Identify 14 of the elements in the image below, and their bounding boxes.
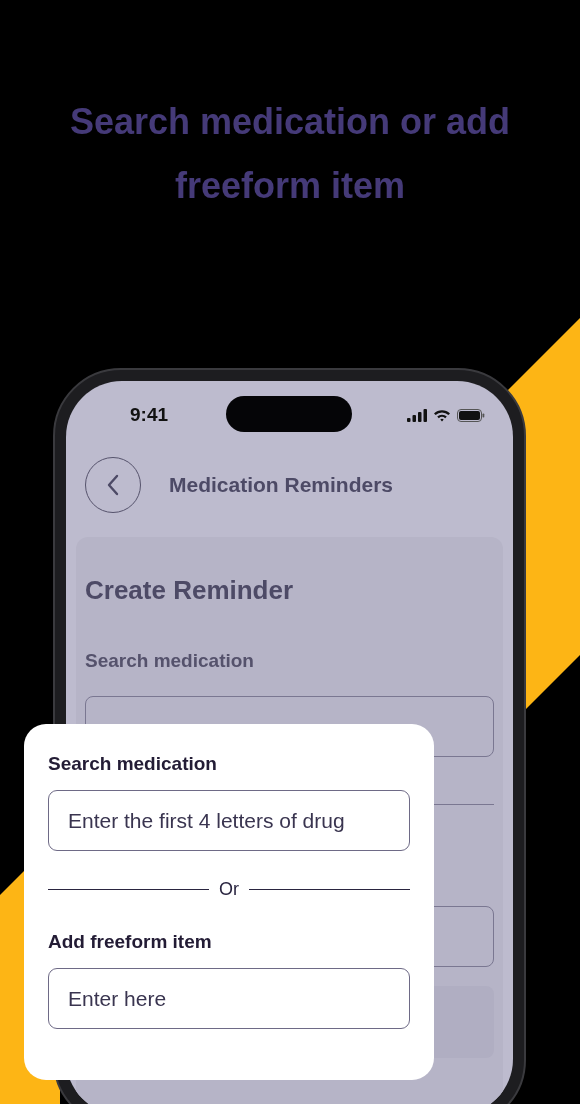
field-label: Search medication <box>48 752 218 776</box>
wifi-icon <box>433 408 451 422</box>
chevron-left-icon <box>106 474 120 496</box>
screen-title: Medication Reminders <box>169 473 394 497</box>
field-label: Search medication <box>85 650 255 672</box>
divider-text: Or <box>219 879 239 900</box>
field-label: Add freeform item <box>48 930 213 954</box>
form-title: Create Reminder <box>85 575 295 606</box>
status-time: 9:41 <box>130 404 169 426</box>
input-field[interactable]: Enter here <box>48 968 410 1029</box>
input-field[interactable]: Enter the first 4 letters of drug <box>48 790 410 851</box>
signal-icon <box>407 408 427 422</box>
headline: Search medication or add freeform item <box>68 100 512 208</box>
battery-icon <box>457 408 485 422</box>
